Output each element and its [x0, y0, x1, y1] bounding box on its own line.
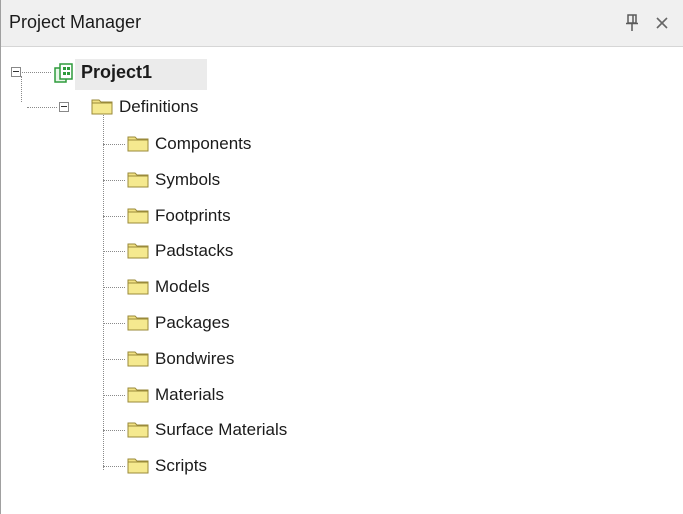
tree-node-label: Padstacks [155, 241, 234, 261]
folder-icon [127, 134, 149, 154]
tree-connector [103, 144, 125, 145]
folder-icon [127, 277, 149, 297]
tree-connector [103, 466, 125, 468]
tree-connector [103, 179, 125, 181]
tree-node-label: Packages [155, 313, 230, 332]
tree-node-symbols[interactable]: Symbols [127, 167, 387, 193]
tree-node-label: Symbols [155, 169, 221, 189]
tree-node-scripts[interactable]: Scripts [127, 453, 387, 479]
tree-node-definitions[interactable]: Definitions [91, 94, 291, 120]
project-manager-panel: Project Manager Project1 Definitions Com… [0, 0, 683, 514]
project-tree: Project1 Definitions Components Symbols Fo… [1, 46, 683, 514]
tree-node-project1[interactable]: Project1 [53, 60, 213, 86]
definitions-collapse-toggle[interactable] [59, 102, 69, 112]
tree-node-label: Models [155, 277, 210, 297]
folder-icon [127, 170, 149, 190]
tree-node-surface-materials[interactable]: Surface Materials [127, 417, 387, 443]
folder-icon [127, 241, 149, 261]
tree-node-label: Materials [155, 384, 224, 404]
tree-node-models[interactable]: Models [127, 274, 387, 300]
tree-connector [17, 72, 51, 73]
tree-connector [103, 251, 125, 253]
tree-node-label: Components [155, 134, 252, 153]
tree-node-label: Scripts [155, 456, 207, 476]
tree-node-bondwires[interactable]: Bondwires [127, 346, 387, 372]
tree-connector [27, 107, 57, 108]
tree-connector [103, 215, 125, 217]
folder-icon [127, 206, 149, 226]
tree-connector [103, 112, 104, 470]
tree-connector [21, 76, 22, 102]
folder-icon [127, 385, 149, 405]
tree-node-footprints[interactable]: Footprints [127, 203, 387, 229]
tree-node-label: Footprints [155, 205, 231, 225]
tree-node-label: Bondwires [155, 348, 235, 368]
tree-node-label: Project1 [81, 62, 153, 82]
close-icon[interactable] [649, 8, 677, 36]
root-collapse-toggle[interactable] [11, 67, 21, 77]
folder-icon [91, 97, 113, 117]
folder-icon [127, 456, 149, 476]
tree-connector [103, 287, 125, 289]
tree-node-label: Surface Materials [155, 420, 288, 440]
tree-node-padstacks[interactable]: Padstacks [127, 238, 387, 264]
tree-node-materials[interactable]: Materials [127, 382, 387, 408]
tree-connector [103, 358, 125, 360]
project-icon [53, 63, 75, 83]
tree-node-packages[interactable]: Packages [127, 310, 387, 336]
folder-icon [127, 420, 149, 440]
tree-node-components[interactable]: Components [127, 131, 387, 157]
tree-connector [103, 323, 125, 324]
panel-titlebar: Project Manager [1, 0, 683, 47]
tree-connector [103, 394, 125, 396]
tree-connector [103, 430, 125, 432]
panel-title: Project Manager [9, 12, 142, 32]
pin-icon[interactable] [621, 10, 643, 36]
folder-icon [127, 349, 149, 369]
folder-icon [127, 313, 149, 333]
tree-node-label: Definitions [119, 97, 199, 116]
